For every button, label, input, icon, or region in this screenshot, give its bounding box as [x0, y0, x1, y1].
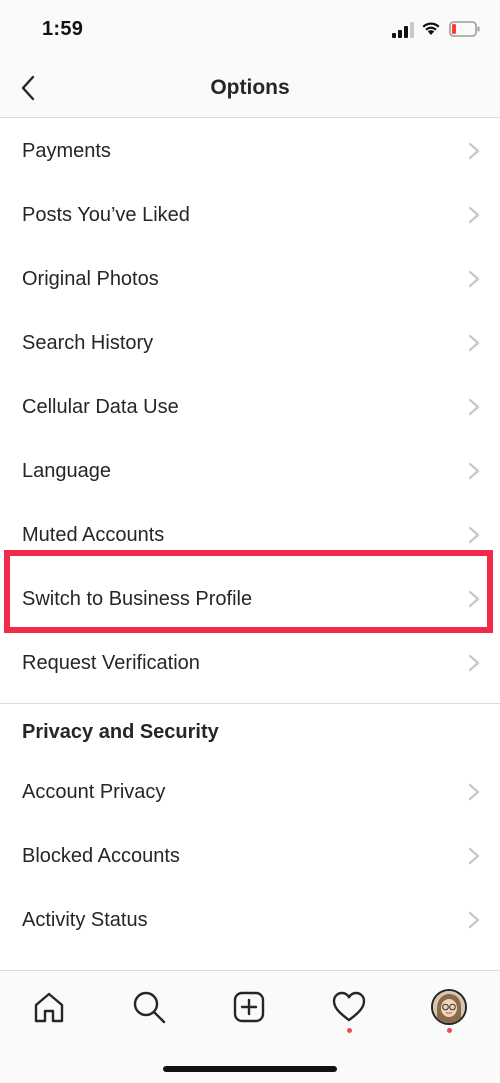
tab-new-post[interactable]	[229, 987, 269, 1027]
row-blocked-accounts[interactable]: Blocked Accounts	[0, 824, 500, 888]
row-label: Request Verification	[22, 651, 200, 674]
new-post-icon	[233, 991, 265, 1023]
section-header-privacy: Privacy and Security	[22, 720, 219, 743]
row-cellular-data-use[interactable]: Cellular Data Use	[0, 375, 500, 439]
options-list: Payments Posts You’ve Liked Original Pho…	[0, 119, 500, 952]
chevron-right-icon	[468, 911, 480, 929]
chevron-right-icon	[468, 462, 480, 480]
tab-search[interactable]	[129, 987, 169, 1027]
row-label: Language	[22, 459, 111, 482]
row-label: Account Privacy	[22, 780, 166, 803]
battery-low-icon	[449, 21, 480, 37]
chevron-right-icon	[468, 590, 480, 608]
row-account-privacy[interactable]: Account Privacy	[0, 760, 500, 824]
home-icon	[34, 992, 64, 1023]
status-time: 1:59	[42, 18, 84, 40]
chevron-right-icon	[468, 142, 480, 160]
tab-activity[interactable]	[329, 987, 369, 1027]
chevron-right-icon	[468, 526, 480, 544]
chevron-right-icon	[468, 398, 480, 416]
row-label: Payments	[22, 139, 111, 162]
row-muted-accounts[interactable]: Muted Accounts	[0, 503, 500, 567]
chevron-right-icon	[468, 334, 480, 352]
tab-home[interactable]	[29, 987, 69, 1027]
status-bar: 1:59	[0, 0, 500, 60]
page-title: Options	[210, 76, 290, 99]
row-activity-status[interactable]: Activity Status	[0, 888, 500, 952]
row-label: Original Photos	[22, 267, 159, 290]
chevron-right-icon	[468, 783, 480, 801]
row-posts-liked[interactable]: Posts You’ve Liked	[0, 183, 500, 247]
search-icon	[133, 991, 166, 1024]
row-label: Switch to Business Profile	[22, 587, 253, 610]
row-request-verification[interactable]: Request Verification	[0, 631, 500, 695]
cellular-signal-icon	[392, 22, 414, 38]
row-search-history[interactable]: Search History	[0, 311, 500, 375]
row-label: Posts You’ve Liked	[22, 203, 190, 226]
row-label: Blocked Accounts	[22, 844, 180, 867]
tab-profile[interactable]	[429, 987, 469, 1027]
row-payments[interactable]: Payments	[0, 119, 500, 183]
avatar	[431, 989, 467, 1025]
heart-icon	[332, 991, 366, 1022]
chevron-right-icon	[468, 654, 480, 672]
row-label: Muted Accounts	[22, 523, 165, 546]
chevron-right-icon	[468, 206, 480, 224]
profile-photo	[433, 991, 465, 1023]
row-label: Activity Status	[22, 908, 148, 931]
row-label: Search History	[22, 331, 154, 354]
activity-notification-dot	[347, 1028, 352, 1033]
home-indicator	[163, 1066, 337, 1072]
nav-bar: Options	[0, 60, 500, 118]
wifi-icon	[422, 22, 440, 35]
row-language[interactable]: Language	[0, 439, 500, 503]
chevron-right-icon	[468, 847, 480, 865]
profile-notification-dot	[447, 1028, 452, 1033]
row-original-photos[interactable]: Original Photos	[0, 247, 500, 311]
chevron-right-icon	[468, 270, 480, 288]
row-switch-to-business-profile[interactable]: Switch to Business Profile	[0, 567, 500, 631]
row-label: Cellular Data Use	[22, 395, 179, 418]
